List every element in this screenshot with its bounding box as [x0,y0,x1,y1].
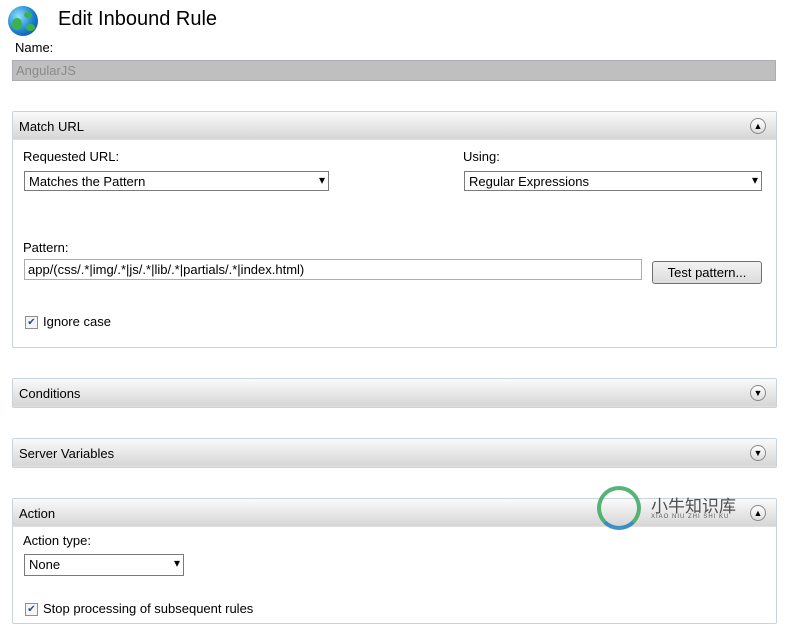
name-label: Name: [15,40,54,55]
action-type-label: Action type: [23,533,91,548]
section-title: Server Variables [19,446,115,461]
conditions-header[interactable]: Conditions ▼ [13,379,776,407]
match-url-header[interactable]: Match URL ▲ [13,112,776,140]
requested-url-label: Requested URL: [23,149,120,164]
test-pattern-button[interactable]: Test pattern... [652,261,762,284]
conditions-section: Conditions ▼ [12,378,777,408]
globe-icon [8,6,38,36]
chevron-up-icon[interactable]: ▲ [750,118,766,134]
watermark-subtext: XIAO NIU ZHI SHI KU [651,514,730,520]
server-variables-section: Server Variables ▼ [12,438,777,468]
section-title: Action [19,506,56,521]
using-select[interactable]: Regular Expressions [464,171,762,191]
chevron-down-icon[interactable]: ▼ [750,445,766,461]
match-url-section: Match URL ▲ Requested URL: Matches the Pa… [12,111,777,348]
section-title: Conditions [19,386,81,401]
pattern-label: Pattern: [23,240,69,255]
ignore-case-checkbox[interactable]: ✔ [25,316,38,329]
pattern-input[interactable]: app/(css/.*|img/.*|js/.*|lib/.*|partials… [24,259,642,280]
stop-processing-checkbox[interactable]: ✔ [25,603,38,616]
chevron-up-icon[interactable]: ▲ [750,505,766,521]
name-input[interactable] [12,60,776,81]
server-variables-header[interactable]: Server Variables ▼ [13,439,776,467]
using-label: Using: [463,149,500,164]
ignore-case-label: Ignore case [43,314,111,329]
stop-processing-label: Stop processing of subsequent rules [43,601,254,616]
chevron-down-icon[interactable]: ▼ [750,385,766,401]
section-title: Match URL [19,119,85,134]
page-title: Edit Inbound Rule [58,8,218,30]
action-type-select[interactable]: None [24,554,184,576]
requested-url-select[interactable]: Matches the Pattern [24,171,329,191]
